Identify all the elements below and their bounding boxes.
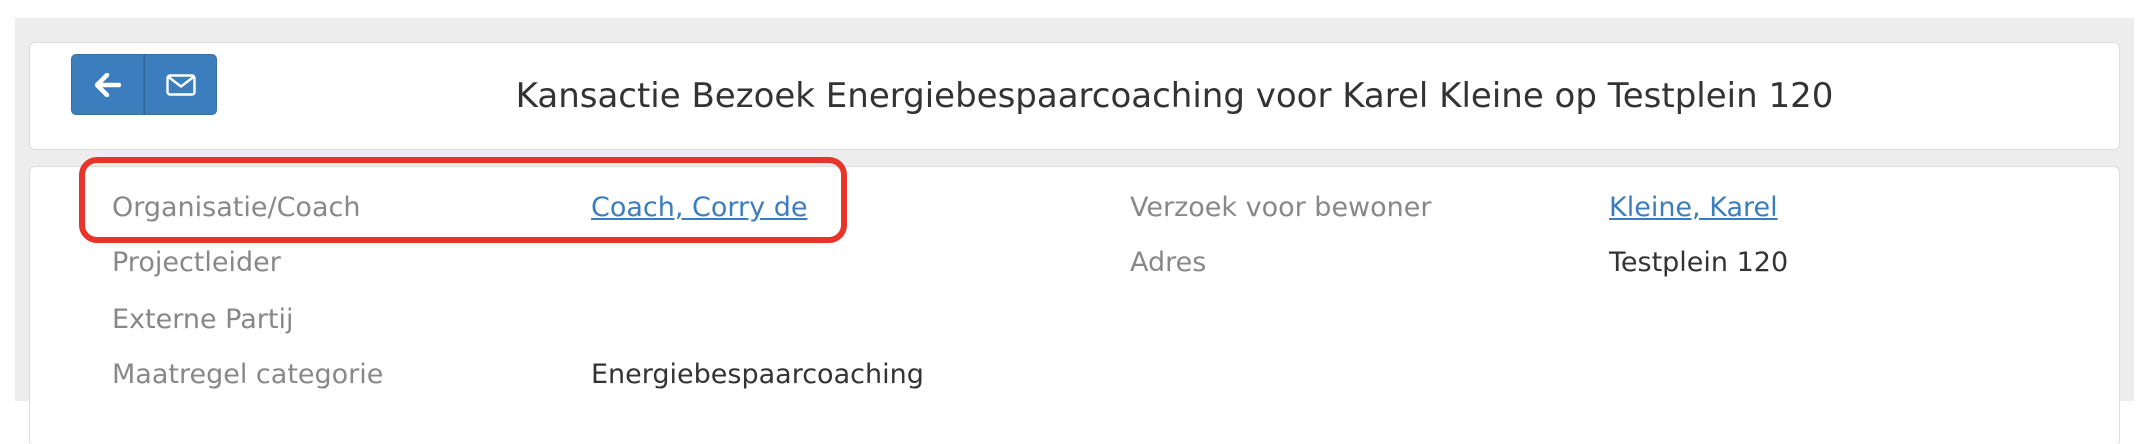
verzoek-voor-bewoner-label: Verzoek voor bewoner bbox=[1130, 192, 1432, 223]
bewoner-link[interactable]: Kleine, Karel bbox=[1609, 191, 1778, 225]
arrow-left-icon bbox=[94, 72, 121, 97]
adres-label: Adres bbox=[1130, 247, 1207, 278]
organisatie-coach-label: Organisatie/Coach bbox=[112, 192, 361, 223]
maatregel-categorie-label: Maatregel categorie bbox=[112, 359, 384, 390]
projectleider-label: Projectleider bbox=[112, 247, 281, 278]
adres-value: Testplein 120 bbox=[1609, 247, 1789, 278]
externe-partij-label: Externe Partij bbox=[112, 304, 294, 335]
organisatie-coach-link[interactable]: Coach, Corry de bbox=[591, 191, 807, 225]
back-button[interactable] bbox=[71, 54, 144, 115]
page-title: Kansactie Bezoek Energiebespaarcoaching … bbox=[515, 76, 1834, 116]
email-button[interactable] bbox=[144, 54, 217, 115]
page: Kansactie Bezoek Energiebespaarcoaching … bbox=[0, 0, 2154, 444]
action-button-group bbox=[71, 54, 217, 115]
header-panel: Kansactie Bezoek Energiebespaarcoaching … bbox=[29, 42, 2120, 150]
envelope-icon bbox=[165, 73, 196, 96]
maatregel-categorie-value: Energiebespaarcoaching bbox=[591, 359, 924, 390]
